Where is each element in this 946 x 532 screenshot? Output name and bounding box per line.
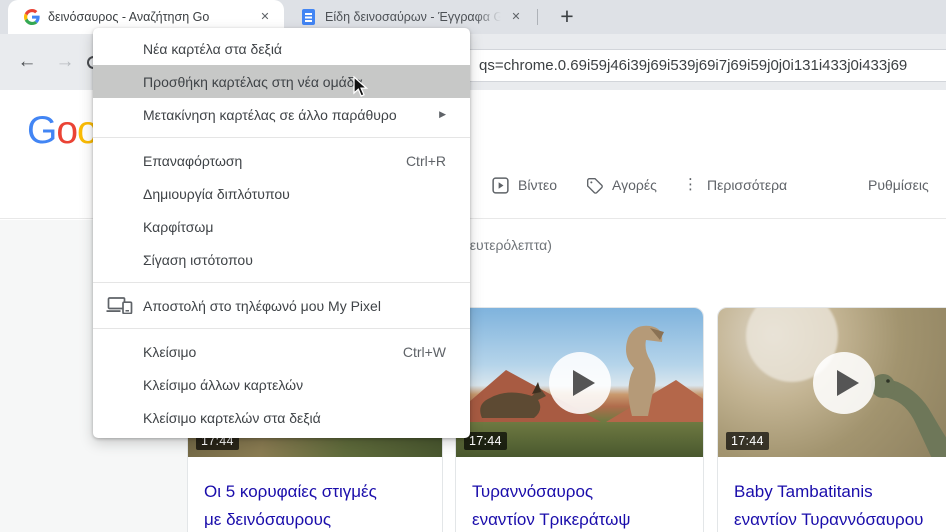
address-bar-url: qs=chrome.0.69i59j46i39j69i539j69i7j69i5… — [479, 57, 908, 74]
tab-divider — [537, 9, 538, 25]
menu-item-label: Προσθήκη καρτέλας στη νέα ομάδα — [143, 73, 363, 90]
result-tab-label: Βίντεο — [518, 177, 558, 193]
video-card[interactable]: 17:44 Baby Tambatitanis εναντίον Τυραννό… — [717, 307, 946, 532]
menu-item-label: Δημιουργία διπλότυπου — [143, 185, 290, 202]
video-duration-badge: 17:44 — [726, 432, 769, 450]
menu-item-label: Κλείσιμο — [143, 343, 197, 360]
result-tab-videos[interactable]: Βίντεο — [492, 174, 557, 196]
video-icon — [492, 176, 509, 194]
tab-close-icon[interactable]: ✕ — [256, 8, 274, 26]
browser-window: Goog Βίντεο Αγορές ⋮ Περισσότερα Ρυθμίσε… — [0, 0, 946, 532]
menu-shortcut: Ctrl+R — [405, 152, 446, 169]
video-title-line: Baby Tambatitanis — [734, 482, 873, 501]
menu-item-close[interactable]: Κλείσιμο Ctrl+W — [93, 335, 470, 368]
menu-item-label: Κλείσιμο καρτελών στα δεξιά — [143, 409, 321, 426]
result-tab-more[interactable]: ⋮ Περισσότερα — [683, 174, 787, 196]
forward-button[interactable]: → — [51, 48, 79, 76]
menu-shortcut: Ctrl+W — [402, 343, 446, 360]
menu-item-close-tabs-right[interactable]: Κλείσιμο καρτελών στα δεξιά — [93, 401, 470, 434]
submenu-arrow-icon: ▶ — [439, 109, 446, 119]
menu-item-label: Κλείσιμο άλλων καρτελών — [143, 376, 304, 393]
tab-title: Είδη δεινοσαύρων - Έγγραφα Go — [325, 10, 501, 24]
tab-title: δεινόσαυρος - Αναζήτηση Go — [48, 10, 210, 24]
result-tab-label: Περισσότερα — [707, 177, 788, 193]
video-thumbnail[interactable]: 17:44 — [456, 308, 703, 457]
back-button[interactable]: ← — [13, 48, 41, 76]
video-title-line: με δεινόσαυρους — [204, 510, 332, 529]
logo-letter: G — [27, 109, 57, 152]
result-tab-shopping[interactable]: Αγορές — [586, 174, 657, 196]
video-card[interactable]: 17:44 Τυραννόσαυρος εναντίον Τρικεράτωψ — [455, 307, 704, 532]
menu-item-new-tab-right[interactable]: Νέα καρτέλα στα δεξιά — [93, 32, 470, 65]
logo-letter: o — [56, 109, 78, 152]
video-title-link[interactable]: Baby Tambatitanis εναντίον Τυραννόσαυρου — [734, 478, 946, 532]
menu-separator — [93, 328, 470, 329]
menu-item-label: Μετακίνηση καρτέλας σε άλλο παράθυρο — [143, 106, 397, 123]
new-tab-button[interactable]: + — [552, 2, 582, 32]
menu-item-send-to-phone[interactable]: Αποστολή στο τηλέφωνό μου My Pixel — [93, 289, 470, 322]
video-title-line: Τυραννόσαυρος — [472, 482, 594, 501]
video-thumbnail[interactable]: 17:44 — [718, 308, 946, 457]
tab-close-icon[interactable]: ✕ — [507, 8, 525, 26]
menu-item-label: Αποστολή στο τηλέφωνό μου My Pixel — [143, 297, 381, 314]
video-title-line: Οι 5 κορυφαίες στιγμές — [204, 482, 377, 501]
menu-separator — [93, 137, 470, 138]
result-tab-label: Αγορές — [612, 177, 657, 193]
tab-context-menu: Νέα καρτέλα στα δεξιά Προσθήκη καρτέλας … — [93, 28, 470, 438]
shopping-tag-icon — [587, 177, 603, 194]
menu-item-reload[interactable]: Επαναφόρτωση Ctrl+R — [93, 144, 470, 177]
play-icon[interactable] — [812, 351, 875, 414]
menu-item-label: Νέα καρτέλα στα δεξιά — [143, 40, 283, 57]
menu-item-mute-site[interactable]: Σίγαση ιστότοπου — [93, 243, 470, 276]
more-vertical-icon: ⋮ — [683, 176, 698, 193]
menu-separator — [93, 282, 470, 283]
video-title-link[interactable]: Τυραννόσαυρος εναντίον Τρικεράτωψ — [472, 478, 687, 532]
settings-link[interactable]: Ρυθμίσεις — [868, 177, 929, 193]
video-title-line: εναντίον Τυραννόσαυρου — [734, 510, 924, 529]
play-icon[interactable] — [548, 351, 611, 414]
google-docs-icon — [302, 9, 315, 25]
menu-item-pin[interactable]: Καρφίτσωμ — [93, 210, 470, 243]
menu-item-close-other-tabs[interactable]: Κλείσιμο άλλων καρτελών — [93, 368, 470, 401]
google-favicon — [24, 9, 40, 25]
menu-item-add-tab-to-new-group[interactable]: Προσθήκη καρτέλας στη νέα ομάδα — [93, 65, 470, 98]
menu-item-duplicate[interactable]: Δημιουργία διπλότυπου — [93, 177, 470, 210]
menu-item-move-tab-to-other-window[interactable]: Μετακίνηση καρτέλας σε άλλο παράθυρο ▶ — [93, 98, 470, 131]
menu-item-label: Καρφίτσωμ — [143, 218, 214, 235]
video-title-link[interactable]: Οι 5 κορυφαίες στιγμές με δεινόσαυρους — [204, 478, 426, 532]
video-duration-badge: 17:44 — [464, 432, 507, 450]
menu-item-label: Σίγαση ιστότοπου — [143, 251, 253, 268]
mouse-cursor — [353, 76, 369, 97]
video-title-line: εναντίον Τρικεράτωψ — [472, 510, 631, 529]
menu-item-label: Επαναφόρτωση — [143, 152, 243, 169]
send-to-devices-icon — [106, 297, 133, 314]
results-stats-text: δευτερόλεπτα) — [462, 237, 552, 253]
